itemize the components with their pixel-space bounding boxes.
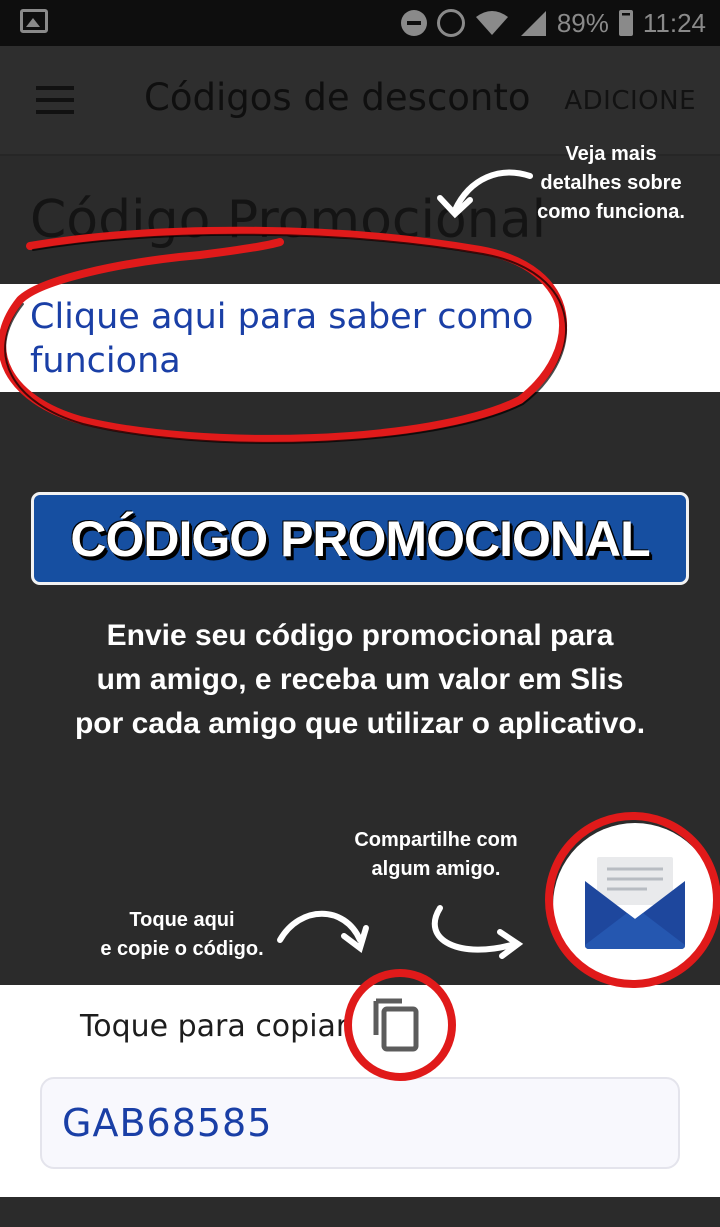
- clock: 11:24: [642, 7, 706, 38]
- copy-label: Toque para copiar: [80, 1009, 349, 1044]
- status-bar: 89% 11:24: [0, 0, 720, 46]
- battery-icon: [618, 10, 633, 36]
- promo-code-value: GAB68585: [62, 1101, 273, 1145]
- annotation-line: detalhes sobre: [540, 172, 682, 194]
- battery-percent: 89%: [556, 7, 609, 38]
- share-mail-button[interactable]: [553, 823, 717, 987]
- how-it-works-line-2: funciona: [30, 341, 181, 381]
- promo-description-line-3: por cada amigo que utilizar o aplicativo…: [74, 707, 646, 740]
- arrow-copy: [277, 910, 363, 943]
- copy-icon[interactable]: [368, 995, 428, 1055]
- copy-code-panel: Toque para copiar GAB68585: [0, 985, 720, 1197]
- alarm-icon: [436, 9, 465, 37]
- annotation-line: Veja mais: [565, 143, 657, 165]
- promo-banner-text: CÓDIGO PROMOCIONAL: [70, 510, 650, 567]
- gallery-icon: [20, 9, 48, 33]
- add-button[interactable]: ADICIONE: [564, 86, 696, 116]
- arrow-share: [431, 905, 518, 953]
- annotation-line: e copie o código.: [100, 938, 264, 960]
- how-it-works-link[interactable]: Clique aqui para saber como funciona: [0, 284, 720, 392]
- do-not-disturb-icon: [400, 10, 427, 36]
- promo-description-line-2: um amigo, e receba um valor em Slis: [96, 663, 624, 696]
- how-it-works-line-1: Clique aqui para saber como: [30, 297, 534, 337]
- status-icons: 89% 11:24: [400, 6, 706, 40]
- section-title: Código Promocional: [30, 190, 547, 250]
- promo-code-field[interactable]: GAB68585: [40, 1077, 680, 1169]
- hamburger-menu-icon[interactable]: [36, 86, 74, 114]
- annotation-line: Compartilhe com: [354, 829, 518, 851]
- promo-banner: CÓDIGO PROMOCIONAL: [31, 492, 689, 585]
- promo-description: Envie seu código promocional para um ami…: [40, 614, 680, 746]
- annotation-line: Toque aqui: [129, 909, 235, 931]
- annotation-how-it-works: Veja mais detalhes sobre como funciona.: [516, 140, 706, 227]
- wifi-icon: [475, 11, 508, 35]
- promo-description-line-1: Envie seu código promocional para: [106, 619, 614, 652]
- annotation-share: Compartilhe com algum amigo.: [340, 826, 532, 884]
- annotation-line: algum amigo.: [371, 858, 501, 880]
- envelope-icon: [585, 857, 685, 949]
- bottom-strip: [0, 1197, 720, 1227]
- annotation-line: como funciona.: [537, 201, 685, 223]
- signal-icon: [520, 11, 546, 36]
- app-bar-title: Códigos de desconto: [144, 76, 531, 119]
- annotation-copy: Toque aqui e copie o código.: [92, 906, 272, 964]
